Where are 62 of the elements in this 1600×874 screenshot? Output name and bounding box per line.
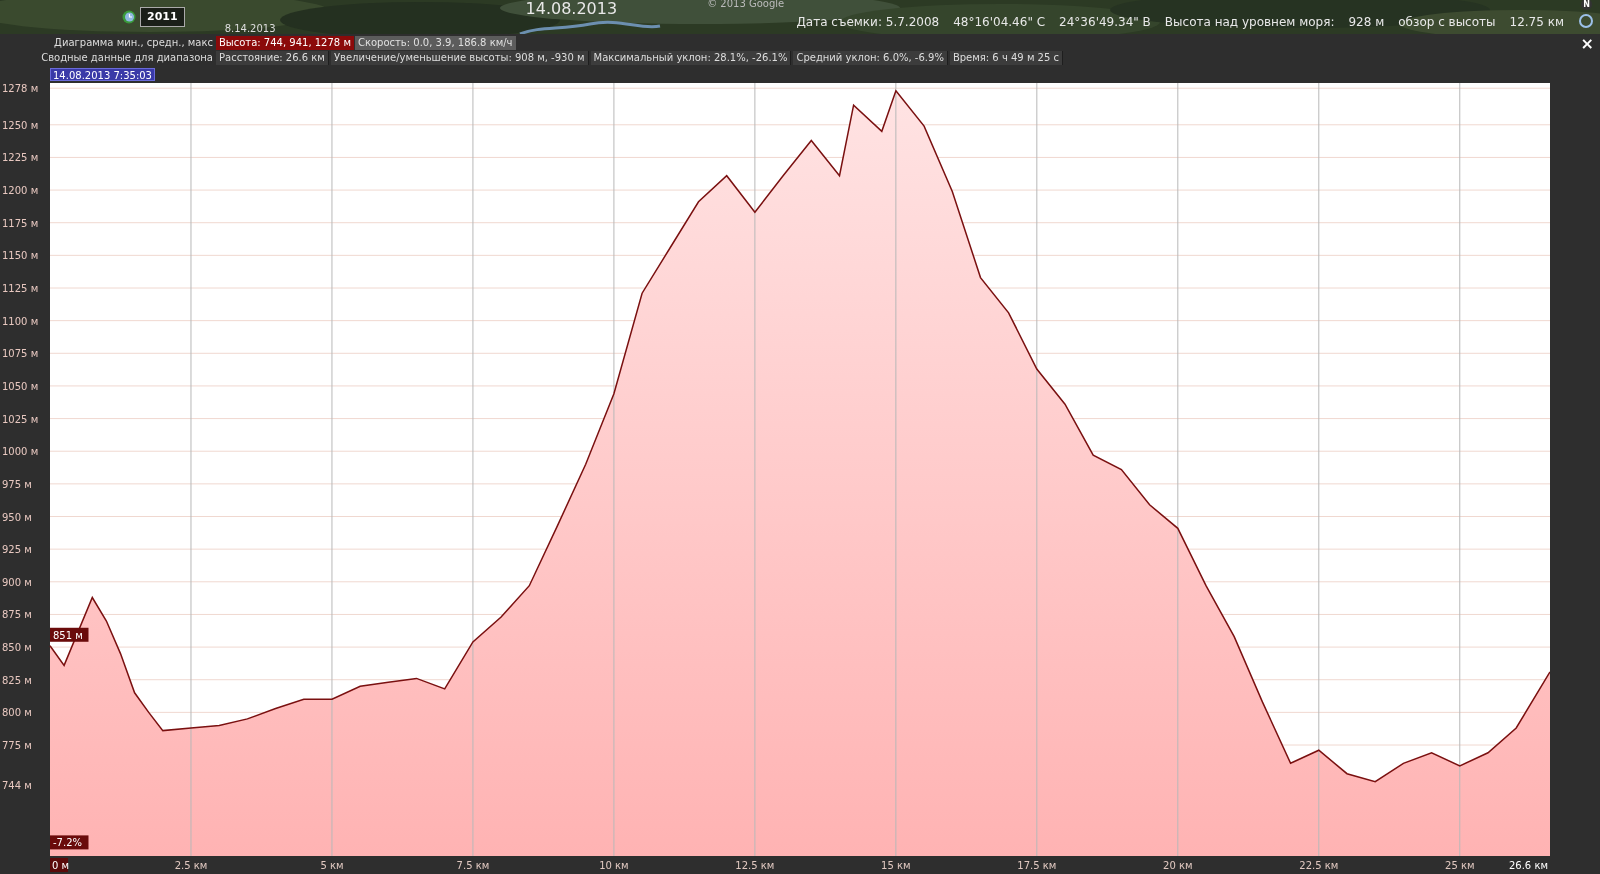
x-axis-label: 15 км <box>881 860 911 871</box>
status-text: обзор с высоты <box>1398 14 1496 31</box>
y-axis-label: 850 м <box>2 642 32 654</box>
y-axis-label: 1050 м <box>2 380 39 392</box>
y-axis-label: 1200 м <box>2 185 39 197</box>
chart-option[interactable]: Скорость: 0.0, 3.9, 186.8 км/ч <box>354 35 516 50</box>
close-button[interactable]: × <box>1580 36 1594 52</box>
status-text: Дата съемки: 5.7.2008 <box>796 14 940 31</box>
y-axis-label: 925 м <box>2 544 32 556</box>
chart-selector-label: Диаграмма мин., средн., макс <box>53 36 214 50</box>
status-text: 24°36'49.34" В <box>1059 14 1151 31</box>
y-axis-label: 1175 м <box>2 217 39 229</box>
x-axis-label: 25 км <box>1445 860 1475 871</box>
x-axis-label: 10 км <box>599 860 629 871</box>
compass-icon[interactable]: N <box>1581 0 1592 10</box>
x-axis-label: 2.5 км <box>174 860 208 871</box>
summary-value: Увеличение/уменьшение высоты: 908 м, -930 м <box>330 50 589 65</box>
x-axis-label: 5 км <box>320 860 344 871</box>
summary-value: Время: 6 ч 49 м 25 с <box>949 50 1063 65</box>
date-title: 14.08.2013 <box>525 0 618 20</box>
y-axis-label: 1025 м <box>2 413 39 425</box>
x-axis-label: 7.5 км <box>456 860 490 871</box>
x-axis-label: 12.5 км <box>735 860 775 871</box>
year-badge[interactable]: 2011 <box>140 6 185 28</box>
chart-option[interactable]: Высота: 744, 941, 1278 м <box>216 35 354 50</box>
status-text: Высота над уровнем моря: <box>1164 14 1335 31</box>
summary-value: Максимальный уклон: 28.1%, -26.1% <box>590 50 792 65</box>
summary-value: Расстояние: 26.6 км <box>216 50 329 65</box>
y-axis-label: 825 м <box>2 674 32 686</box>
copyright: © 2013 Google <box>707 0 785 11</box>
y-axis-label: 975 м <box>2 478 32 490</box>
y-axis-label: 1278 м <box>2 83 39 95</box>
x-axis-label: 0 м <box>50 858 70 872</box>
summary-label: Сводные данные для диапазона <box>40 51 214 65</box>
x-axis-label: 26.6 км <box>1508 860 1548 871</box>
navigation-ring-icon[interactable] <box>1578 13 1594 29</box>
partial-date: 8.14.2013 <box>224 24 276 34</box>
status-text: 12.75 км <box>1509 14 1564 31</box>
annotation: 851 м <box>53 629 83 641</box>
status-text: 48°16'04.46" С <box>953 14 1046 31</box>
status-text: 928 м <box>1348 14 1385 31</box>
y-axis-label: 1250 м <box>2 119 39 131</box>
y-axis-label: 1125 м <box>2 283 39 294</box>
y-axis-label: 775 м <box>2 740 32 751</box>
y-axis-label: 950 м <box>2 511 32 523</box>
y-axis-label: 875 м <box>2 609 32 621</box>
annotation: -7.2% <box>53 837 83 849</box>
clock-icon[interactable] <box>122 10 136 24</box>
y-axis-label: 1075 м <box>2 348 39 360</box>
x-axis-label: 20 км <box>1163 860 1193 871</box>
y-axis-label: 1100 м <box>2 315 39 327</box>
y-axis-label: 900 м <box>2 576 32 588</box>
value-marker: -7.2% <box>50 835 89 850</box>
x-axis-label: 17.5 км <box>1017 860 1057 871</box>
x-axis-label: 22.5 км <box>1299 860 1339 871</box>
y-axis-label: 1225 м <box>2 152 39 164</box>
y-axis-label: 744 м <box>2 780 32 792</box>
cursor-time: 14.08.2013 7:35:03 <box>50 67 155 81</box>
y-axis-label: 1000 м <box>2 446 39 458</box>
summary-value: Средний уклон: 6.0%, -6.9% <box>793 50 948 65</box>
y-axis-label: 1150 м <box>2 250 39 262</box>
y-axis-label: 800 м <box>2 707 32 719</box>
